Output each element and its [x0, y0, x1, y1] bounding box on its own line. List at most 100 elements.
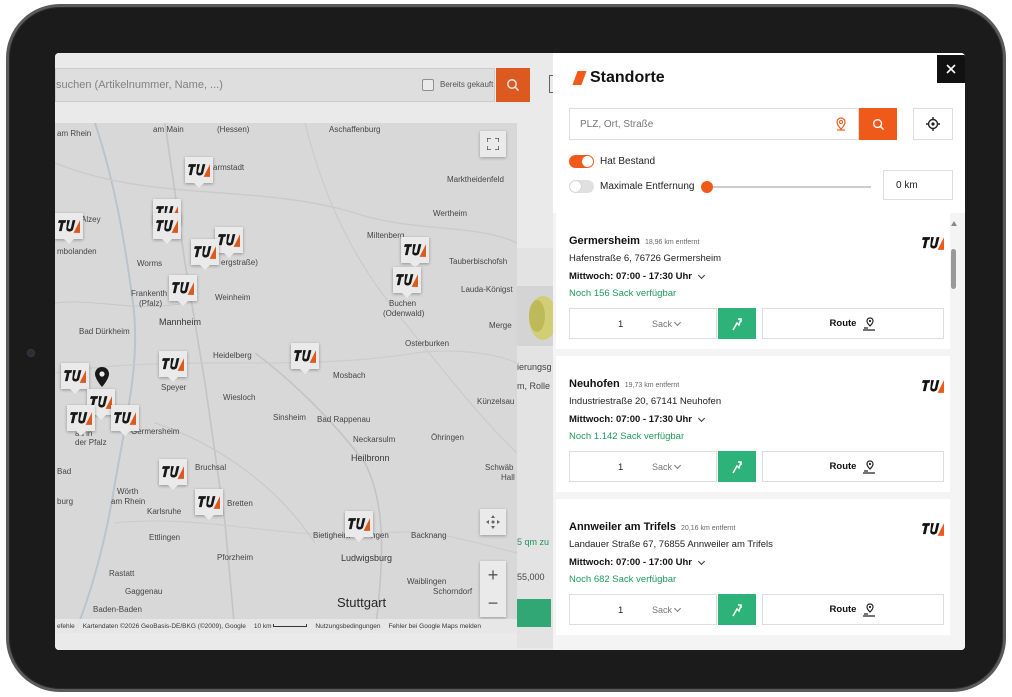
route-label: Route: [829, 461, 857, 472]
map-pan-button[interactable]: [480, 509, 506, 535]
opening-hours-text: Mittwoch: 07:00 - 17:30 Uhr: [569, 414, 692, 425]
map-place-label: Speyer: [161, 383, 187, 392]
zoom-control: + −: [480, 561, 506, 617]
map[interactable]: am Main (Hessen) Aschaffenburg am Rhein arms…: [55, 123, 517, 633]
map-report-link[interactable]: Fehler bei Google Maps melden: [388, 623, 481, 630]
map-place-label: Bad Rappenau: [317, 415, 371, 424]
fullscreen-button[interactable]: [480, 131, 506, 157]
background-search-placeholder: suchen (Artikelnummer, Name, ...): [56, 79, 223, 91]
map-place-label: Neckarsulm: [353, 435, 396, 444]
background-product-text-2: m, Rolle :: [517, 381, 556, 391]
route-button[interactable]: Route: [762, 451, 944, 482]
quantity-field[interactable]: 1 Sack: [569, 308, 717, 339]
map-place-label: Osterburken: [405, 339, 450, 348]
camera-dot: [27, 349, 35, 357]
cart-add-icon: [732, 317, 742, 330]
map-place-label: ngen: [371, 531, 389, 540]
location-card[interactable]: Neuhofen 19,73 km entfernt Industriestraße…: [556, 356, 950, 492]
map-place-label: Rastatt: [109, 569, 135, 578]
background-search-button[interactable]: [496, 68, 530, 102]
distance-toggle[interactable]: [569, 180, 594, 193]
map-terms-link[interactable]: Nutzungsbedingungen: [315, 623, 380, 630]
location-marker[interactable]: [61, 363, 89, 394]
scroll-up-arrow[interactable]: [951, 221, 957, 226]
unit-select[interactable]: Sack: [652, 318, 682, 329]
zoom-in-button[interactable]: +: [480, 561, 506, 589]
add-to-cart-button[interactable]: [718, 594, 756, 625]
route-pin-icon: [863, 316, 876, 331]
location-address: Landauer Straße 67, 76855 Annweiler am T…: [569, 539, 773, 550]
map-place-label: Hall: [501, 473, 515, 482]
product-image: [517, 286, 557, 346]
location-marker[interactable]: [55, 213, 83, 244]
quantity-field[interactable]: 1 Sack: [569, 451, 717, 482]
location-marker[interactable]: [111, 405, 139, 436]
add-to-cart-button[interactable]: [718, 451, 756, 482]
location-card[interactable]: Annweiler am Trifels 20,16 km entfernt Lan…: [556, 499, 950, 635]
map-place-label: Künzelsau: [477, 397, 515, 406]
background-add-button[interactable]: [517, 599, 551, 627]
location-marker[interactable]: [153, 213, 181, 244]
unit-select[interactable]: Sack: [652, 461, 682, 472]
map-place-label: Karlsruhe: [147, 507, 182, 516]
scroll-thumb[interactable]: [951, 249, 956, 289]
opening-hours-toggle[interactable]: Mittwoch: 07:00 - 17:30 Uhr: [569, 414, 706, 425]
distance-value-field[interactable]: 0 km: [883, 170, 953, 200]
brand-logo-icon: [294, 349, 316, 363]
plz-search-input[interactable]: [569, 108, 859, 140]
location-marker[interactable]: [185, 157, 213, 188]
brand-logo-icon: [172, 281, 194, 295]
add-to-cart-button[interactable]: [718, 308, 756, 339]
map-place-label: Buchen: [389, 299, 417, 308]
list-scrollbar[interactable]: [951, 221, 957, 649]
location-marker[interactable]: [393, 267, 421, 298]
location-pin-icon[interactable]: [835, 117, 847, 131]
close-button[interactable]: [937, 55, 965, 83]
selected-location-pin-icon[interactable]: [95, 367, 109, 387]
location-marker[interactable]: [159, 459, 187, 490]
zoom-out-button[interactable]: −: [480, 589, 506, 617]
location-marker[interactable]: [401, 237, 429, 268]
chevron-down-icon: [673, 461, 682, 470]
location-marker[interactable]: [67, 405, 95, 436]
location-marker[interactable]: [195, 489, 223, 520]
brand-logo-icon: [162, 465, 184, 479]
map-place-label: Miltenberg: [367, 231, 405, 240]
card-header: Germersheim 18,96 km entfernt: [569, 235, 699, 247]
location-marker[interactable]: [215, 227, 243, 258]
background-product-text-4: 55,000: [517, 572, 545, 582]
route-pin-icon: [863, 459, 876, 474]
location-card[interactable]: Germersheim 18,96 km entfernt Hafenstraße …: [556, 213, 950, 349]
location-marker[interactable]: [191, 239, 219, 270]
locations-panel: Standorte Hat Bestand Maximale Entfernun…: [553, 53, 965, 650]
brand-logo-icon: [188, 163, 210, 177]
location-marker[interactable]: [291, 343, 319, 374]
map-attribution: Kartendaten ©2026 GeoBasis-DE/BKG (©2009…: [82, 622, 246, 630]
location-marker[interactable]: [159, 351, 187, 382]
card-logo: [922, 235, 944, 257]
location-marker[interactable]: [169, 275, 197, 306]
plz-search-button[interactable]: [859, 108, 897, 140]
distance-toggle-label: Maximale Entfernung: [600, 181, 695, 192]
location-marker[interactable]: [345, 511, 373, 542]
background-search-bar[interactable]: suchen (Artikelnummer, Name, ...) Bereit…: [55, 68, 495, 102]
map-place-label: burg: [57, 497, 74, 506]
map-place-label: (Hessen): [217, 125, 250, 134]
locate-me-button[interactable]: [913, 108, 953, 140]
opening-hours-toggle[interactable]: Mittwoch: 07:00 - 17:30 Uhr: [569, 271, 706, 282]
brand-logo-icon: [70, 411, 92, 425]
opening-hours-toggle[interactable]: Mittwoch: 07:00 - 17:00 Uhr: [569, 557, 706, 568]
map-city-label: Heilbronn: [351, 453, 390, 463]
quantity-field[interactable]: 1 Sack: [569, 594, 717, 625]
already-bought-label: Bereits gekauft: [440, 80, 494, 89]
map-place-label: Gaggenau: [125, 587, 163, 596]
chevron-down-icon: [697, 557, 706, 565]
route-button[interactable]: Route: [762, 308, 944, 339]
already-bought-checkbox[interactable]: [422, 79, 434, 91]
distance-slider-track[interactable]: [707, 186, 871, 188]
unit-select[interactable]: Sack: [652, 604, 682, 615]
distance-slider-thumb[interactable]: [701, 181, 713, 193]
route-button[interactable]: Route: [762, 594, 944, 625]
stock-availability: Noch 1.142 Sack verfügbar: [569, 431, 685, 442]
stock-toggle[interactable]: [569, 155, 594, 168]
